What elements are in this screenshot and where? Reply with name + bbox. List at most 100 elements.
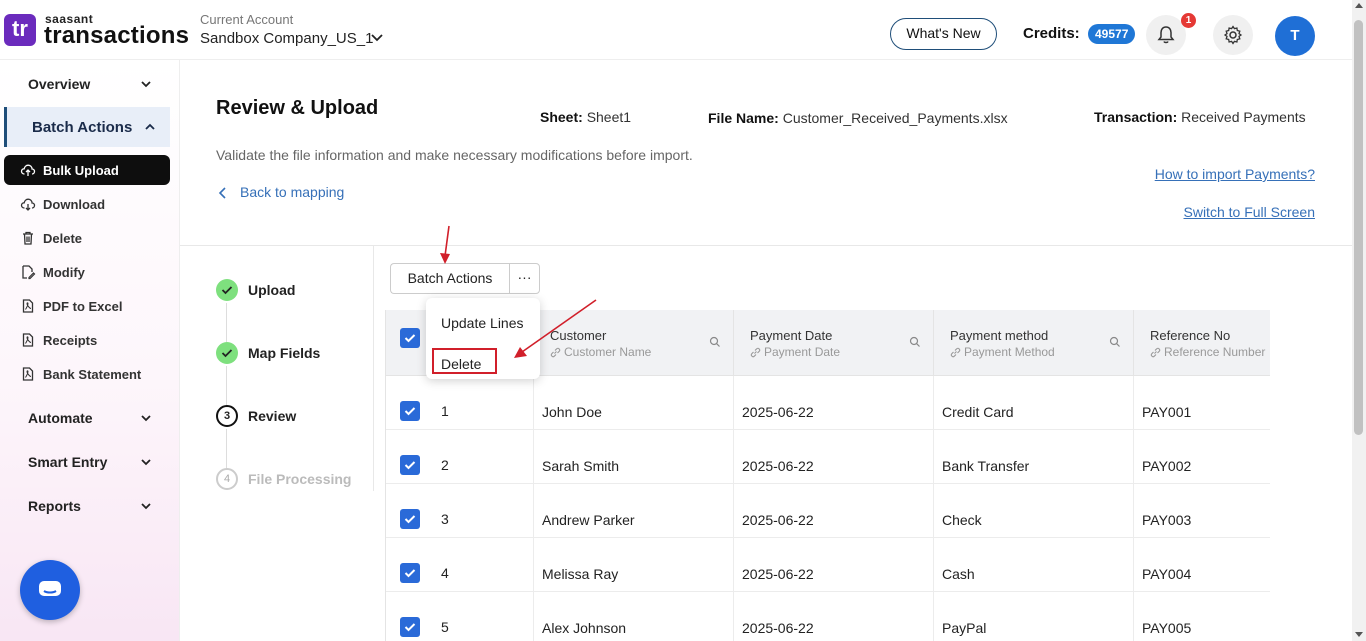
payment-date-cell[interactable]: 2025-06-22 <box>733 484 933 538</box>
user-avatar[interactable]: T <box>1275 16 1315 56</box>
bell-icon <box>1157 26 1175 44</box>
payment-date-cell[interactable]: 2025-06-22 <box>733 592 933 641</box>
sidebar-item-label: Bank Statement <box>43 367 142 382</box>
row-checkbox[interactable] <box>400 563 420 583</box>
customer-value: Alex Johnson <box>542 620 627 636</box>
gear-icon <box>1223 25 1243 45</box>
chat-button[interactable] <box>20 560 80 620</box>
scrollbar-thumb[interactable] <box>1354 20 1363 435</box>
scroll-down-arrow[interactable] <box>1355 632 1363 637</box>
select-all-checkbox[interactable] <box>400 328 420 348</box>
payment-method-cell[interactable]: Check <box>933 484 1133 538</box>
row-checkbox[interactable] <box>400 509 420 529</box>
chevron-down-icon[interactable] <box>370 30 384 44</box>
column-header-payment-method[interactable]: Payment method Payment Method <box>933 310 1133 376</box>
row-checkbox[interactable] <box>400 617 420 637</box>
logo-mark: tr <box>4 14 36 46</box>
full-screen-link[interactable]: Switch to Full Screen <box>1184 204 1316 220</box>
column-header-customer[interactable]: Customer Customer Name <box>533 310 733 376</box>
customer-cell[interactable]: Alex Johnson <box>533 592 733 641</box>
menu-item-update-lines[interactable]: Update Lines <box>426 302 540 338</box>
check-icon <box>404 515 416 524</box>
payment-date-value: 2025-06-22 <box>742 404 814 420</box>
customer-cell[interactable]: Andrew Parker <box>533 484 733 538</box>
customer-value: Melissa Ray <box>542 566 619 582</box>
chevron-down-icon[interactable] <box>140 78 152 90</box>
reference-no-cell[interactable]: PAY003 <box>1133 484 1270 538</box>
row-number: 3 <box>441 511 449 527</box>
sidebar-item-delete[interactable]: Delete <box>4 223 170 253</box>
whats-new-button[interactable]: What's New <box>890 18 997 50</box>
payment-method-cell[interactable]: Credit Card <box>933 376 1133 430</box>
sidebar-section-reports[interactable]: Reports <box>28 498 81 514</box>
how-to-import-link[interactable]: How to import Payments? <box>1155 166 1315 182</box>
table-row[interactable]: 1 John Doe 2025-06-22 Credit Card PAY001 <box>386 376 1270 430</box>
payment-date-cell[interactable]: 2025-06-22 <box>733 376 933 430</box>
table-row[interactable]: 2 Sarah Smith 2025-06-22 Bank Transfer P… <box>386 430 1270 484</box>
sidebar-item-bulk-upload[interactable]: Bulk Upload <box>4 155 170 185</box>
sidebar-item-receipts[interactable]: Receipts <box>4 325 170 355</box>
reference-no-cell[interactable]: PAY004 <box>1133 538 1270 592</box>
step-number: 3 <box>216 405 238 427</box>
sidebar-section-batch-actions[interactable]: Batch Actions <box>4 107 170 147</box>
payment-date-cell[interactable]: 2025-06-22 <box>733 430 933 484</box>
payment-method-cell[interactable]: Bank Transfer <box>933 430 1133 484</box>
transaction-value: Received Payments <box>1181 109 1306 125</box>
table-row[interactable]: 3 Andrew Parker 2025-06-22 Check PAY003 <box>386 484 1270 538</box>
search-icon[interactable] <box>1109 336 1121 348</box>
table-row[interactable]: 4 Melissa Ray 2025-06-22 Cash PAY004 <box>386 538 1270 592</box>
steps-divider <box>373 246 374 491</box>
batch-actions-button[interactable]: Batch Actions <box>390 263 509 294</box>
search-icon[interactable] <box>909 336 921 348</box>
payment-method-cell[interactable]: PayPal <box>933 592 1133 641</box>
table-row[interactable]: 5 Alex Johnson 2025-06-22 PayPal PAY005 <box>386 592 1270 641</box>
reference-no-cell[interactable]: PAY002 <box>1133 430 1270 484</box>
sidebar-item-bank-statement[interactable]: Bank Statement <box>4 359 170 389</box>
column-header-reference-no[interactable]: Reference No Reference Number <box>1133 310 1270 376</box>
sidebar-section-label: Batch Actions <box>32 119 133 136</box>
sidebar-item-pdf-to-excel[interactable]: PDF to Excel <box>4 291 170 321</box>
notifications-button[interactable] <box>1146 15 1186 55</box>
column-header-payment-date[interactable]: Payment Date Payment Date <box>733 310 933 376</box>
chevron-down-icon[interactable] <box>140 412 152 424</box>
customer-cell[interactable]: Melissa Ray <box>533 538 733 592</box>
sheet-value: Sheet1 <box>586 109 632 125</box>
payment-date-value: 2025-06-22 <box>742 512 814 528</box>
column-subtitle: Payment Method <box>964 345 1055 359</box>
payment-method-value: Check <box>942 512 982 528</box>
trash-icon <box>23 231 33 245</box>
top-header: tr saasant transactions Current Account … <box>0 0 1352 60</box>
payment-date-cell[interactable]: 2025-06-22 <box>733 538 933 592</box>
payment-method-cell[interactable]: Cash <box>933 538 1133 592</box>
sidebar-item-download[interactable]: Download <box>4 189 170 219</box>
scroll-up-arrow[interactable] <box>1355 3 1363 8</box>
chevron-down-icon[interactable] <box>140 500 152 512</box>
file-name-value: Customer_Received_Payments.xlsx <box>782 110 1008 126</box>
step-label: Review <box>248 408 297 424</box>
sidebar-section-overview[interactable]: Overview <box>28 76 90 92</box>
search-icon[interactable] <box>709 336 721 348</box>
settings-button[interactable] <box>1213 15 1253 55</box>
sidebar: Overview Batch Actions Bulk Upload Downl… <box>0 60 180 641</box>
reference-no-value: PAY002 <box>1142 458 1192 474</box>
sidebar-item-label: Receipts <box>43 333 98 348</box>
transaction-label: Transaction: <box>1094 109 1178 125</box>
column-mapping: Customer Name <box>550 345 651 359</box>
sidebar-section-automate[interactable]: Automate <box>28 410 93 426</box>
section-divider <box>180 245 1352 246</box>
row-number: 1 <box>441 403 449 419</box>
reference-no-cell[interactable]: PAY001 <box>1133 376 1270 430</box>
delete-highlight-box <box>432 348 497 374</box>
chevron-down-icon[interactable] <box>140 456 152 468</box>
step-status <box>216 279 238 301</box>
customer-cell[interactable]: John Doe <box>533 376 733 430</box>
check-icon <box>404 461 416 470</box>
reference-no-cell[interactable]: PAY005 <box>1133 592 1270 641</box>
row-checkbox[interactable] <box>400 455 420 475</box>
customer-cell[interactable]: Sarah Smith <box>533 430 733 484</box>
sidebar-section-smart-entry[interactable]: Smart Entry <box>28 454 107 470</box>
sidebar-item-modify[interactable]: Modify <box>4 257 170 287</box>
more-options-button[interactable]: ··· <box>509 263 540 294</box>
row-checkbox[interactable] <box>400 401 420 421</box>
account-selector[interactable]: Sandbox Company_US_1 <box>200 30 373 47</box>
